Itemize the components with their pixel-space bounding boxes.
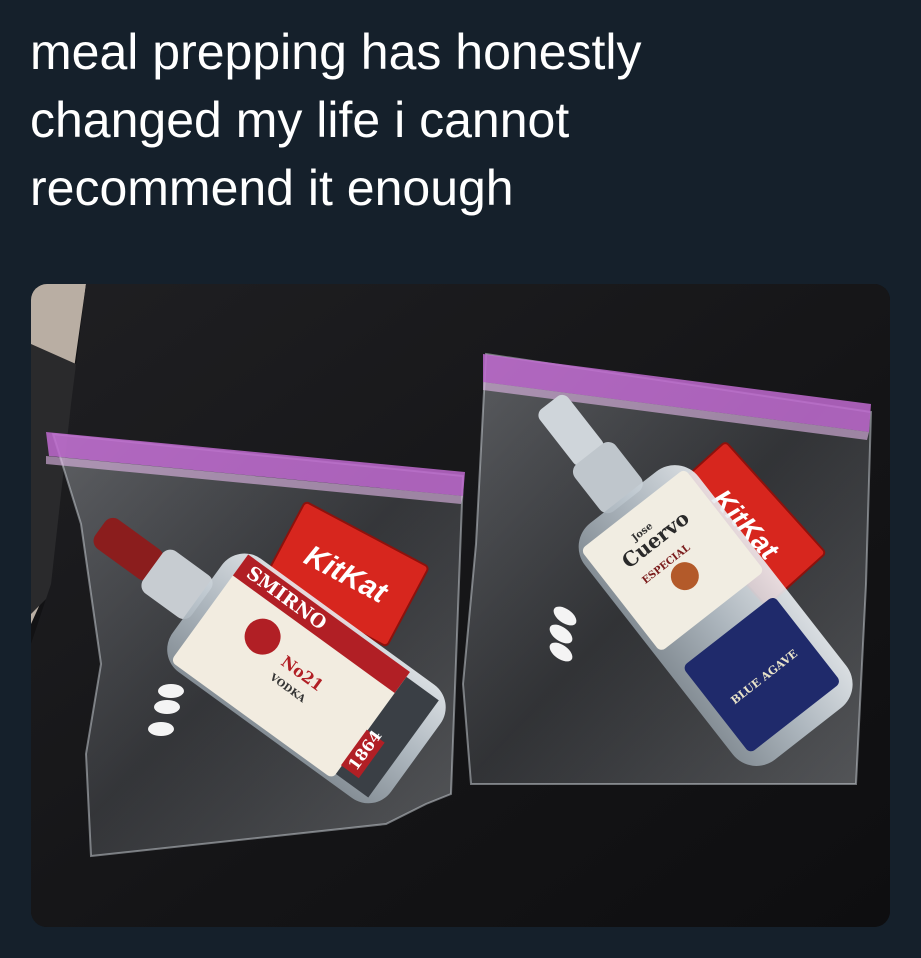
tweet-line-2: changed my life i cannot	[30, 92, 570, 148]
photo-scene: KitKat SMIRNO No21 VODKA 1864 KitKat Jos…	[31, 284, 890, 927]
bag-right: KitKat Jose Cuervo ESPECIAL BLUE AGAVE	[461, 352, 873, 785]
tweet-photo[interactable]: KitKat SMIRNO No21 VODKA 1864 KitKat Jos…	[31, 284, 890, 927]
bag-left: KitKat SMIRNO No21 VODKA 1864	[46, 432, 465, 858]
tweet-line-1: meal prepping has honestly	[30, 24, 642, 80]
tweet-text: meal prepping has honestly changed my li…	[30, 18, 900, 222]
tweet-line-3: recommend it enough	[30, 160, 514, 216]
